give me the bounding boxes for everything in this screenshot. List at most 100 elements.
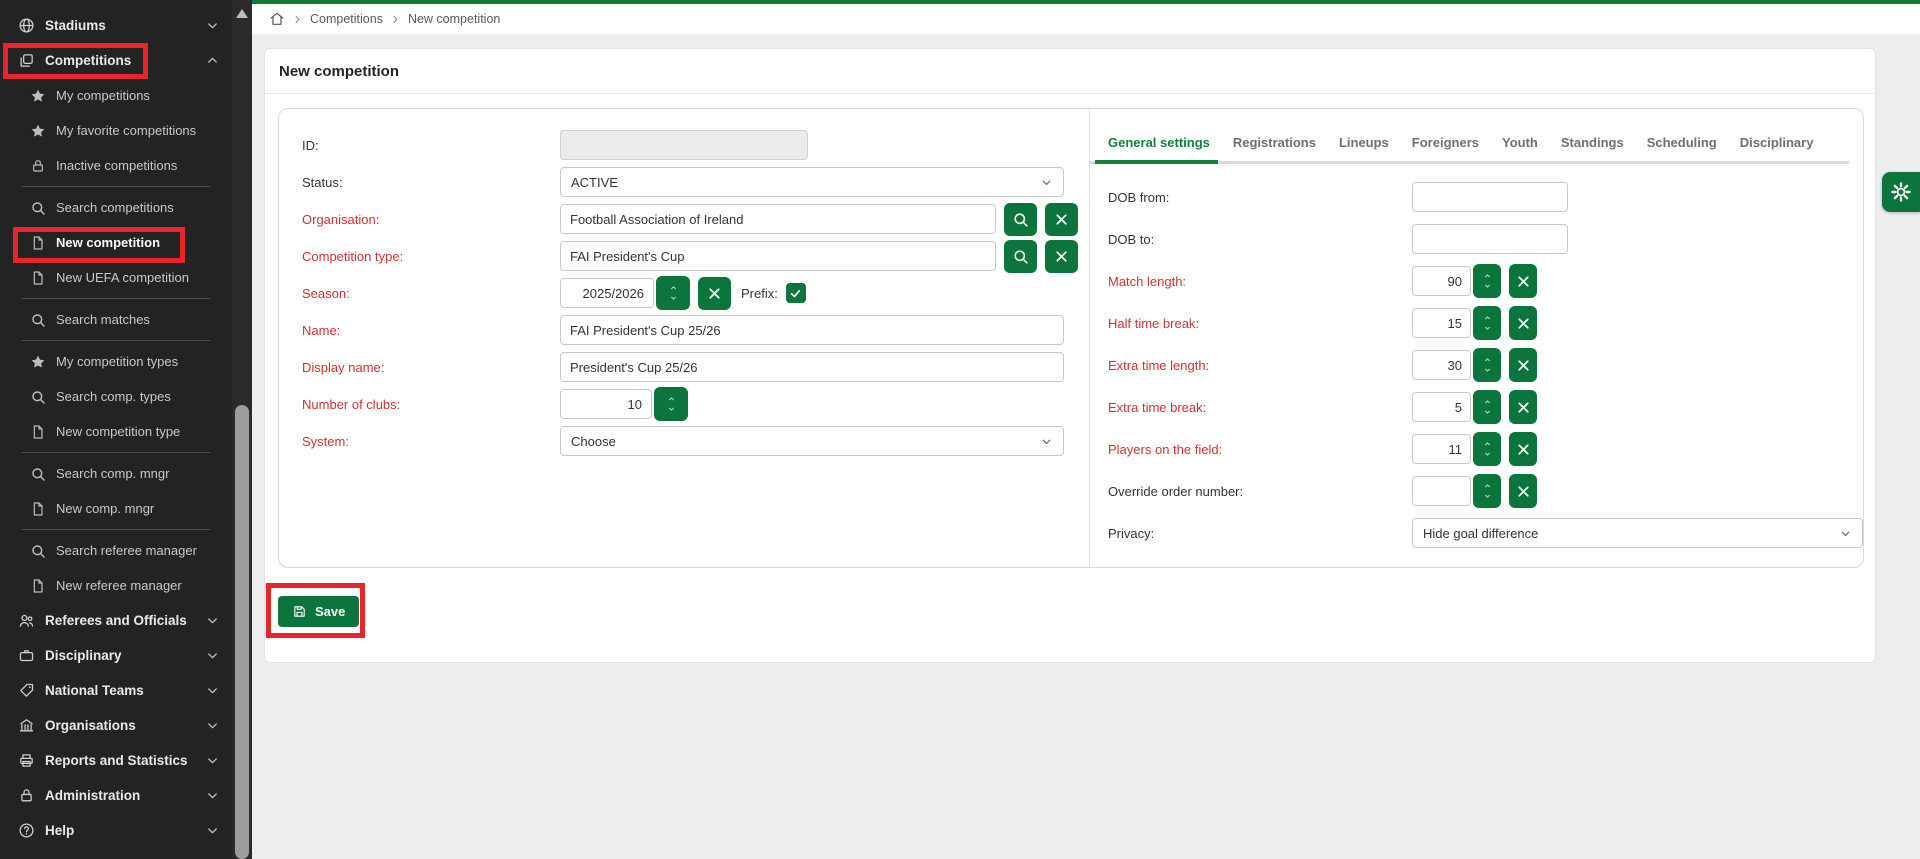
tab-registrations[interactable]: Registrations: [1233, 135, 1316, 164]
sidebar-item-help[interactable]: Help: [0, 813, 232, 848]
competition-type-field[interactable]: [560, 241, 996, 271]
sidebar-item-search-comp-mngr[interactable]: Search comp. mngr: [0, 456, 232, 491]
scrollbar-thumb[interactable]: [235, 405, 249, 859]
breadcrumb-competitions[interactable]: Competitions: [310, 12, 383, 26]
sidebar-item-my-favorite-competitions[interactable]: My favorite competitions: [0, 113, 232, 148]
status-select[interactable]: ACTIVE: [560, 167, 1064, 197]
tab-scheduling[interactable]: Scheduling: [1647, 135, 1717, 164]
players-on-field-field[interactable]: [1412, 434, 1471, 464]
system-select[interactable]: Choose: [560, 426, 1064, 456]
sidebar-item-my-competition-types[interactable]: My competition types: [0, 344, 232, 379]
override-order-number-field[interactable]: [1412, 476, 1471, 506]
extra-time-break-field[interactable]: [1412, 392, 1471, 422]
sidebar-item-organisations[interactable]: Organisations: [0, 708, 232, 743]
number-of-clubs-field[interactable]: [560, 389, 652, 419]
organisation-search-button[interactable]: [1004, 203, 1037, 236]
match-length-field[interactable]: [1412, 266, 1471, 296]
extra-time-break-stepper[interactable]: [1473, 390, 1501, 424]
field-row-display-name: Display name:: [302, 350, 1089, 384]
sidebar-item-search-referee-manager[interactable]: Search referee manager: [0, 533, 232, 568]
sidebar-item-label: Search matches: [56, 312, 150, 327]
sidebar-item-label: Stadiums: [45, 18, 106, 33]
competition-type-clear-button[interactable]: [1045, 240, 1078, 273]
tab-lineups[interactable]: Lineups: [1339, 135, 1389, 164]
half-time-break-field[interactable]: [1412, 308, 1471, 338]
sidebar-item-national-teams[interactable]: National Teams: [0, 673, 232, 708]
sidebar-item-new-competition-type[interactable]: New competition type: [0, 414, 232, 449]
sidebar-item-reports-and-statistics[interactable]: Reports and Statistics: [0, 743, 232, 778]
sidebar-item-search-comp-types[interactable]: Search comp. types: [0, 379, 232, 414]
sidebar-item-search-matches[interactable]: Search matches: [0, 302, 232, 337]
season-field[interactable]: [560, 278, 654, 308]
sidebar-item-inactive-competitions[interactable]: Inactive competitions: [0, 148, 232, 183]
override-order-number-clear-button[interactable]: [1509, 474, 1537, 508]
season-stepper[interactable]: [656, 276, 690, 310]
check-icon: [789, 287, 802, 300]
save-button[interactable]: Save: [278, 596, 359, 627]
sidebar-item-new-comp-mngr[interactable]: New comp. mngr: [0, 491, 232, 526]
players-on-field-stepper[interactable]: [1473, 432, 1501, 466]
close-icon: [1515, 483, 1532, 500]
extra-time-break-clear-button[interactable]: [1509, 390, 1537, 424]
organisation-field[interactable]: [560, 204, 996, 234]
prefix-checkbox[interactable]: [786, 283, 806, 303]
organisation-clear-button[interactable]: [1045, 203, 1078, 236]
sidebar-item-administration[interactable]: Administration: [0, 778, 232, 813]
tab-general-settings[interactable]: General settings: [1108, 135, 1210, 164]
match-length-stepper[interactable]: [1473, 264, 1501, 298]
season-clear-button[interactable]: [698, 277, 731, 310]
sidebar-item-new-referee-manager[interactable]: New referee manager: [0, 568, 232, 603]
settings-gear-button[interactable]: [1882, 172, 1920, 212]
match-length-clear-button[interactable]: [1509, 264, 1537, 298]
dob-to-field[interactable]: [1412, 224, 1568, 254]
sidebar-divider: [22, 452, 210, 453]
sidebar-item-label: Disciplinary: [45, 648, 122, 663]
tab-standings[interactable]: Standings: [1561, 135, 1624, 164]
tab-disciplinary[interactable]: Disciplinary: [1740, 135, 1814, 164]
half-time-break-stepper[interactable]: [1473, 306, 1501, 340]
extra-time-length-clear-button[interactable]: [1509, 348, 1537, 382]
sidebar-item-label: Help: [45, 823, 74, 838]
name-field[interactable]: [560, 315, 1064, 345]
search-icon: [30, 312, 46, 328]
users-icon: [18, 612, 35, 629]
players-on-field-clear-button[interactable]: [1509, 432, 1537, 466]
sidebar-item-new-competition[interactable]: New competition: [0, 225, 232, 260]
dob-from-field[interactable]: [1412, 182, 1568, 212]
file-icon: [30, 501, 46, 517]
field-row-name: Name:: [302, 313, 1089, 347]
sidebar-item-disciplinary[interactable]: Disciplinary: [0, 638, 232, 673]
search-icon: [1012, 248, 1029, 265]
close-icon: [706, 285, 723, 302]
sidebar-item-search-competitions[interactable]: Search competitions: [0, 190, 232, 225]
competition-type-search-button[interactable]: [1004, 240, 1037, 273]
extra-time-length-field[interactable]: [1412, 350, 1471, 380]
override-order-number-stepper[interactable]: [1473, 474, 1501, 508]
close-icon: [1515, 441, 1532, 458]
dob-from-label: DOB from:: [1108, 190, 1412, 205]
sidebar-item-stadiums[interactable]: Stadiums: [0, 8, 232, 43]
sidebar-item-label: My competition types: [56, 354, 178, 369]
scrollbar-up-arrow[interactable]: [236, 9, 248, 18]
sidebar-item-referees-and-officials[interactable]: Referees and Officials: [0, 603, 232, 638]
privacy-select[interactable]: Hide goal difference: [1412, 518, 1863, 548]
search-icon: [1012, 211, 1029, 228]
field-row-season: Season: Prefix:: [302, 276, 1089, 310]
tab-youth[interactable]: Youth: [1502, 135, 1538, 164]
number-of-clubs-stepper[interactable]: [654, 387, 688, 421]
sidebar-item-my-competitions[interactable]: My competitions: [0, 78, 232, 113]
chevron-down-icon: [668, 294, 679, 302]
sidebar-scrollbar[interactable]: [232, 0, 252, 859]
display-name-field[interactable]: [560, 352, 1064, 382]
half-time-break-clear-button[interactable]: [1509, 306, 1537, 340]
chevron-down-icon: [205, 718, 220, 733]
home-icon[interactable]: [269, 11, 285, 27]
sidebar-item-new-uefa-competition[interactable]: New UEFA competition: [0, 260, 232, 295]
breadcrumb-new-competition[interactable]: New competition: [408, 12, 500, 26]
tab-foreigners[interactable]: Foreigners: [1412, 135, 1479, 164]
display-name-label: Display name:: [302, 360, 560, 375]
sidebar-item-competitions[interactable]: Competitions: [0, 43, 232, 78]
extra-time-length-stepper[interactable]: [1473, 348, 1501, 382]
sidebar-item-label: Administration: [45, 788, 140, 803]
floppy-disk-icon: [292, 604, 307, 619]
